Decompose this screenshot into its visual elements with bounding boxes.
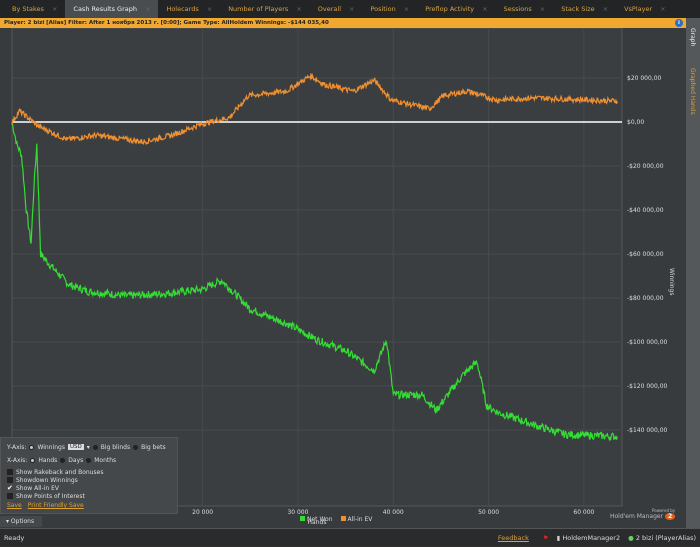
options-toggle[interactable]: ▾ Options xyxy=(0,516,42,527)
tab-holecards[interactable]: Holecards × xyxy=(158,0,220,18)
radio-months[interactable] xyxy=(86,457,92,463)
y-tick-label: -$120 000,00 xyxy=(627,383,668,390)
tab-position[interactable]: Position × xyxy=(362,0,417,18)
tab-cash-results-graph[interactable]: Cash Results Graph × xyxy=(65,0,159,18)
sidebar-tab-graph[interactable]: Graph xyxy=(689,28,696,46)
feedback-link[interactable]: Feedback xyxy=(498,529,529,547)
x-tick-label: 20 000 xyxy=(192,509,213,516)
y-tick-label: -$80 000,00 xyxy=(627,295,664,302)
legend: Net Won All-in EV xyxy=(300,516,372,523)
radio-big-bets[interactable] xyxy=(133,444,139,450)
checkbox-rakeback[interactable]: Show Rakeback and Bonuses xyxy=(7,468,171,476)
chevron-down-icon[interactable]: ▾ xyxy=(87,444,90,451)
tab-number-of-players[interactable]: Number of Players × xyxy=(220,0,310,18)
tab-vsplayer[interactable]: VsPlayer × xyxy=(616,0,674,18)
y-tick-label: $20 000,00 xyxy=(627,75,662,82)
sidebar-tab-graphed-hands[interactable]: Graphed Hands xyxy=(689,68,696,115)
radio-winnings[interactable] xyxy=(29,444,35,450)
plot-area xyxy=(11,27,623,507)
tab-by-stakes[interactable]: By Stakes × xyxy=(4,0,65,18)
tab-sessions[interactable]: Sessions × xyxy=(496,0,554,18)
filter-bar: Player: 2 bizi [Alias] Filter: After 1 н… xyxy=(0,18,686,28)
y-tick-label: -$20 000,00 xyxy=(627,163,664,170)
checkbox-poi[interactable]: Show Points of Interest xyxy=(7,492,171,500)
checkbox-allin-ev[interactable]: ✔ Show All-in EV xyxy=(7,484,171,492)
app-status[interactable]: ▮ HoldemManager2 xyxy=(557,529,620,547)
x-tick-label: 30 000 xyxy=(287,509,308,516)
options-panel: Y-Axis: Winnings USD ▾ Big blinds Big bets X-… xyxy=(0,437,178,514)
legend-net-won: Net Won xyxy=(300,516,333,523)
tab-preflop-activity[interactable]: Preflop Activity × xyxy=(417,0,495,18)
tab-bar: By Stakes × Cash Results Graph × Holecards × N… xyxy=(0,0,700,18)
tab-stack-size[interactable]: Stack Size × xyxy=(553,0,616,18)
radio-days[interactable] xyxy=(60,457,66,463)
radio-big-blinds[interactable] xyxy=(92,444,98,450)
status-bar: Ready Feedback ⚑ ▮ HoldemManager2 ● 2 bi… xyxy=(0,528,700,546)
y-tick-label: -$100 000,00 xyxy=(627,339,668,346)
legend-allin-ev: All-in EV xyxy=(340,516,372,523)
y-tick-label: $0,00 xyxy=(627,119,644,126)
y-tick-label: -$140 000,00 xyxy=(627,427,668,434)
print-save-link[interactable]: Print Friendly Save xyxy=(28,502,84,509)
save-link[interactable]: Save xyxy=(7,502,22,509)
flag-icon: ⚑ xyxy=(542,534,549,542)
status-text: Ready xyxy=(4,534,25,542)
tab-overall[interactable]: Overall × xyxy=(310,0,363,18)
info-icon[interactable]: i xyxy=(675,19,683,27)
radio-hands[interactable] xyxy=(30,457,36,463)
y-axis-label: Winnings xyxy=(668,268,675,296)
filter-text: Player: 2 bizi [Alias] Filter: After 1 н… xyxy=(4,20,329,26)
checkbox-showdown[interactable]: Showdown Winnings xyxy=(7,476,171,484)
x-tick-label: 50 000 xyxy=(478,509,499,516)
y-tick-label: -$60 000,00 xyxy=(627,251,664,258)
right-sidebar: Graph Graphed Hands xyxy=(686,18,700,528)
x-tick-label: 40 000 xyxy=(383,509,404,516)
currency-select[interactable]: USD xyxy=(67,444,84,450)
y-tick-label: -$40 000,00 xyxy=(627,207,664,214)
user-status[interactable]: ● 2 bizi (PlayerAlias) xyxy=(628,529,696,547)
brand-logo: Powered by Hold'em Manager 2 xyxy=(610,508,676,520)
x-tick-label: 60 000 xyxy=(573,509,594,516)
